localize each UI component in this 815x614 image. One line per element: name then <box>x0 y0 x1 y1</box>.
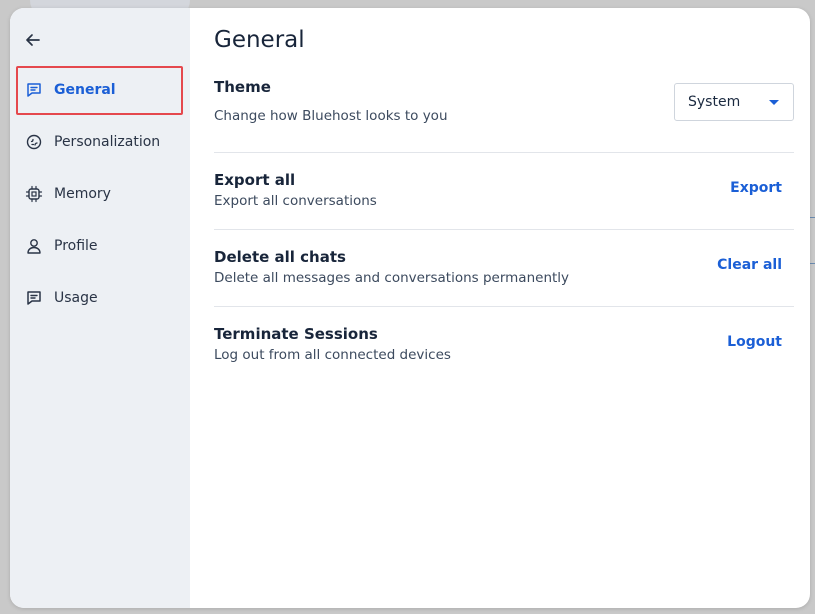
delete-chats-setting: Delete all chats Delete all messages and… <box>214 248 794 286</box>
settings-modal: General Personalization Memory Profile U… <box>10 8 810 608</box>
user-icon <box>24 236 44 256</box>
sidebar-item-label: Profile <box>54 238 98 254</box>
settings-sidebar: General Personalization Memory Profile U… <box>10 8 190 608</box>
page-title: General <box>214 27 305 53</box>
sidebar-item-personalization[interactable]: Personalization <box>10 116 190 168</box>
delete-chats-description: Delete all messages and conversations pe… <box>214 270 570 286</box>
export-description: Export all conversations <box>214 193 377 209</box>
divider <box>214 306 794 307</box>
export-title: Export all <box>214 171 296 189</box>
back-button[interactable] <box>22 29 44 51</box>
export-button[interactable]: Export <box>730 180 782 196</box>
terminate-sessions-title: Terminate Sessions <box>214 325 378 343</box>
sidebar-item-memory[interactable]: Memory <box>10 168 190 220</box>
message-square-icon <box>24 288 44 308</box>
export-setting: Export all Export all conversations <box>214 171 794 209</box>
settings-nav: General Personalization Memory Profile U… <box>10 64 190 324</box>
divider <box>214 229 794 230</box>
sidebar-item-label: Memory <box>54 186 111 202</box>
logout-button[interactable]: Logout <box>727 334 782 350</box>
arrow-left-icon <box>26 34 40 46</box>
sidebar-item-label: General <box>54 82 116 98</box>
sidebar-item-usage[interactable]: Usage <box>10 272 190 324</box>
theme-select[interactable]: System <box>674 83 794 121</box>
sidebar-item-label: Personalization <box>54 134 161 150</box>
sidebar-item-profile[interactable]: Profile <box>10 220 190 272</box>
sidebar-item-label: Usage <box>54 290 98 306</box>
message-square-icon <box>24 80 44 100</box>
terminate-sessions-description: Log out from all connected devices <box>214 347 451 363</box>
settings-content: General Theme Change how Bluehost looks … <box>190 8 810 608</box>
delete-chats-title: Delete all chats <box>214 248 346 266</box>
divider <box>214 152 794 153</box>
clear-all-button[interactable]: Clear all <box>717 257 782 273</box>
chip-icon <box>24 184 44 204</box>
chevron-down-icon <box>769 100 779 105</box>
theme-select-value: System <box>688 94 741 110</box>
brain-icon <box>24 132 44 152</box>
terminate-sessions-setting: Terminate Sessions Log out from all conn… <box>214 325 794 363</box>
sidebar-item-general[interactable]: General <box>10 64 190 116</box>
